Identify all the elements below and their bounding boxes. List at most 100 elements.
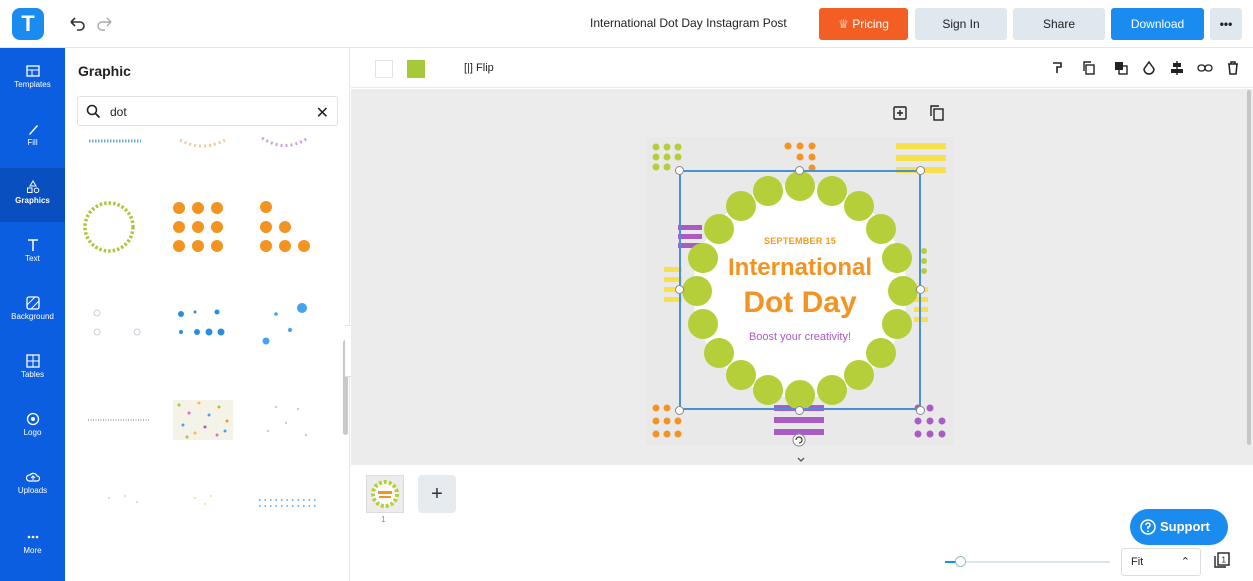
graphic-result-faint-dots-2[interactable] [79,470,159,540]
rail-label: Uploads [17,486,48,495]
help-icon [1140,519,1156,535]
rail-label: Tables [20,370,45,379]
graphic-thumbnail [83,201,135,253]
resize-handle-bottom[interactable] [795,406,804,415]
flip-icon: [|] [464,62,473,74]
zoom-slider[interactable] [945,561,1110,563]
templates-icon [25,65,40,77]
graphic-result-dot-rows-blue[interactable] [250,470,330,540]
resize-handle-top[interactable] [795,166,804,175]
page-bar [351,465,1253,581]
svg-text:1: 1 [1222,556,1227,565]
opacity-icon[interactable] [1141,60,1157,76]
graphic-thumbnail [261,136,309,147]
flip-label: Flip [476,62,494,74]
rail-item-text[interactable]: Text [0,226,65,280]
document-title[interactable]: International Dot Day Instagram Post [590,16,787,30]
table-icon [25,354,40,368]
graphic-result-faint-dots[interactable] [250,385,330,455]
page-thumbnail[interactable] [366,475,404,513]
rail-item-graphics[interactable]: Graphics [0,168,65,222]
graphic-thumbnail [260,201,310,252]
page-number: 1 [381,515,386,524]
resize-handle-top-right[interactable] [916,166,925,175]
graphic-result-dotted-line[interactable] [79,128,159,154]
graphic-thumbnail [88,419,149,421]
zoom-value: Fit [1131,556,1144,568]
text-icon [27,239,38,251]
link-icon[interactable] [1197,60,1213,76]
rail-item-logo[interactable]: Logo [0,400,65,454]
resize-handle-top-left[interactable] [675,166,684,175]
graphic-result-dot-ring-green[interactable] [79,192,159,262]
graphic-result-dot-grid-orange[interactable] [165,192,245,262]
workspace-scrollbar[interactable] [1247,90,1251,445]
search-value: dot [110,105,127,119]
graphic-thumbnail [107,494,139,504]
graphic-result-dot-triangle-orange[interactable] [250,192,330,262]
rail-label: Logo [23,428,42,437]
graphic-result-dotted-line-gray[interactable] [79,385,159,455]
graphic-result-dot-outline-scatter[interactable] [79,290,159,360]
rail-label: Background [11,312,54,321]
zoom-slider-handle[interactable] [955,556,966,567]
selection-box[interactable] [679,170,921,410]
resize-handle-bottom-left[interactable] [675,406,684,415]
add-page-button[interactable]: + [418,475,456,513]
support-label: Support [1160,519,1210,534]
graphic-result-dot-scatter-blue-2[interactable] [250,290,330,360]
graphic-result-dot-arc-orange[interactable] [165,128,245,154]
add-page-icon[interactable] [890,103,910,123]
pricing-button[interactable]: ♕ Pricing [819,8,908,40]
duplicate-icon[interactable] [1081,60,1097,76]
resize-handle-left[interactable] [675,285,684,294]
graphic-thumbnail [178,309,225,336]
resize-handle-right[interactable] [916,285,925,294]
trash-icon[interactable] [1225,60,1241,76]
graphic-result-confetti-dots[interactable] [165,385,245,455]
upload-icon [25,472,40,482]
rail-label: Graphics [15,196,50,205]
rail-item-fill[interactable]: Fill [0,110,65,164]
rail-item-uploads[interactable]: Uploads [0,458,65,512]
app-logo[interactable]: T [12,8,44,40]
graphic-result-dot-scatter-blue[interactable] [165,290,245,360]
graphic-thumbnail [173,400,233,440]
rail-item-tables[interactable]: Tables [0,342,65,396]
rail-item-background[interactable]: Background [0,284,65,338]
layer-icon[interactable] [1113,60,1129,76]
resize-handle-bottom-right[interactable] [916,406,925,415]
align-icon[interactable] [1169,60,1185,76]
fill-color-swatch-white[interactable] [375,60,393,78]
support-button[interactable]: Support [1130,509,1228,545]
flip-button[interactable]: [|] Flip [464,62,494,74]
download-button[interactable]: Download [1111,8,1204,40]
edit-toolbar: [|] Flip [351,48,1253,88]
sign-in-button[interactable]: Sign In [915,8,1007,40]
page-list-icon[interactable]: 1 [1213,551,1231,569]
graphic-result-faint-dots-yellow[interactable] [165,470,245,540]
search-icon [86,104,101,119]
more-options-button[interactable]: ••• [1210,8,1242,40]
rail-item-more[interactable]: More [0,518,65,572]
close-icon[interactable]: ✕ [316,103,329,123]
zoom-select[interactable]: Fit ⌃ [1121,548,1201,576]
duplicate-page-icon[interactable] [927,103,947,123]
graphic-result-dot-arc-purple[interactable] [250,128,330,154]
rail-label: Templates [14,80,51,89]
format-painter-icon[interactable] [1049,60,1065,76]
top-bar: T International Dot Day Instagram Post ♕… [0,0,1253,48]
search-input[interactable]: dot ✕ [77,96,338,126]
pricing-label: Pricing [852,17,889,31]
right-dots-green [921,248,927,274]
rail-label: Text [25,254,40,263]
brush-icon [28,125,38,135]
undo-icon[interactable] [66,13,88,35]
fill-color-swatch-green[interactable] [407,60,425,78]
share-button[interactable]: Share [1013,8,1105,40]
rail-label: More [23,546,42,555]
rotate-icon[interactable] [792,433,806,447]
redo-icon[interactable] [94,13,116,35]
rail-item-templates[interactable]: Templates [0,52,65,106]
chevron-down-icon[interactable] [795,455,807,465]
